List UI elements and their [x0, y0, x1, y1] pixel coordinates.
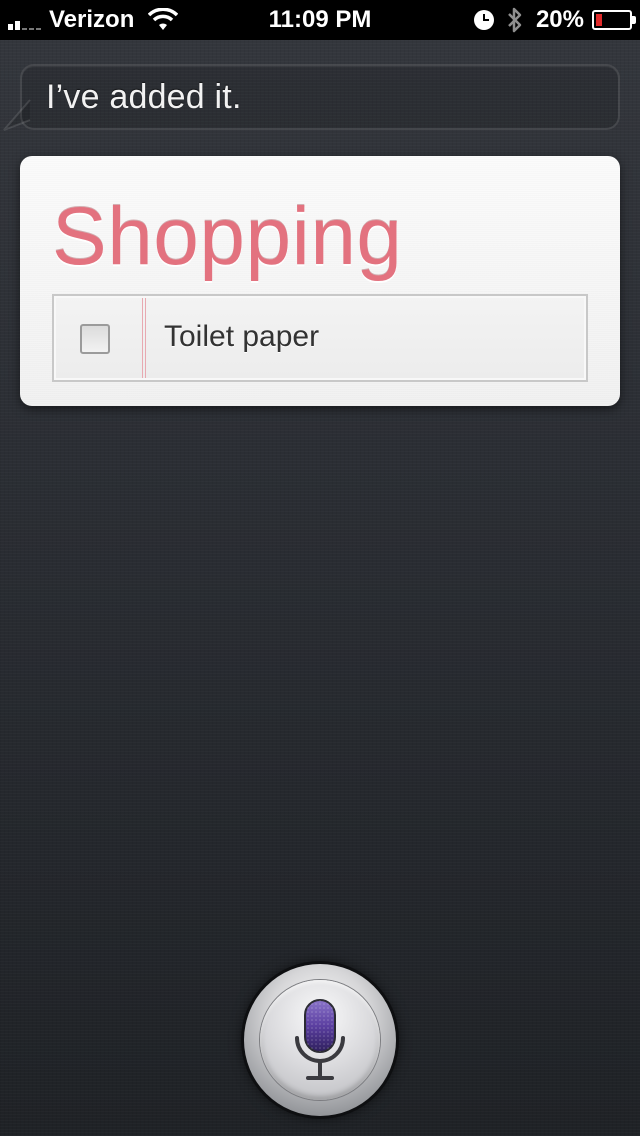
- list-title: Shopping: [52, 191, 403, 282]
- siri-mic-button[interactable]: [244, 964, 396, 1116]
- reminders-list-card[interactable]: Shopping Toilet paper: [20, 156, 620, 406]
- reminder-checkbox[interactable]: [80, 324, 110, 354]
- speech-bubble-tail: [3, 99, 31, 131]
- bluetooth-icon: [506, 6, 524, 34]
- battery-icon: [592, 10, 636, 30]
- list-item[interactable]: Toilet paper: [52, 294, 588, 382]
- reminder-item-label: Toilet paper: [164, 320, 320, 353]
- microphone-icon: [295, 999, 345, 1080]
- battery-percent: 20%: [535, 6, 584, 33]
- status-time: 11:09 PM: [268, 6, 372, 33]
- status-right: 20%: [473, 0, 636, 40]
- clock-icon: [473, 10, 494, 30]
- siri-response-text: I’ve added it.: [46, 78, 242, 116]
- battery-level-fill: [596, 14, 602, 26]
- siri-screen: Verizon 11:09 PM 20% I’ve added it. Shop…: [0, 0, 640, 1136]
- mic-button-face: [260, 980, 380, 1100]
- status-bar: Verizon 11:09 PM 20%: [0, 0, 640, 40]
- margin-line: [142, 298, 146, 378]
